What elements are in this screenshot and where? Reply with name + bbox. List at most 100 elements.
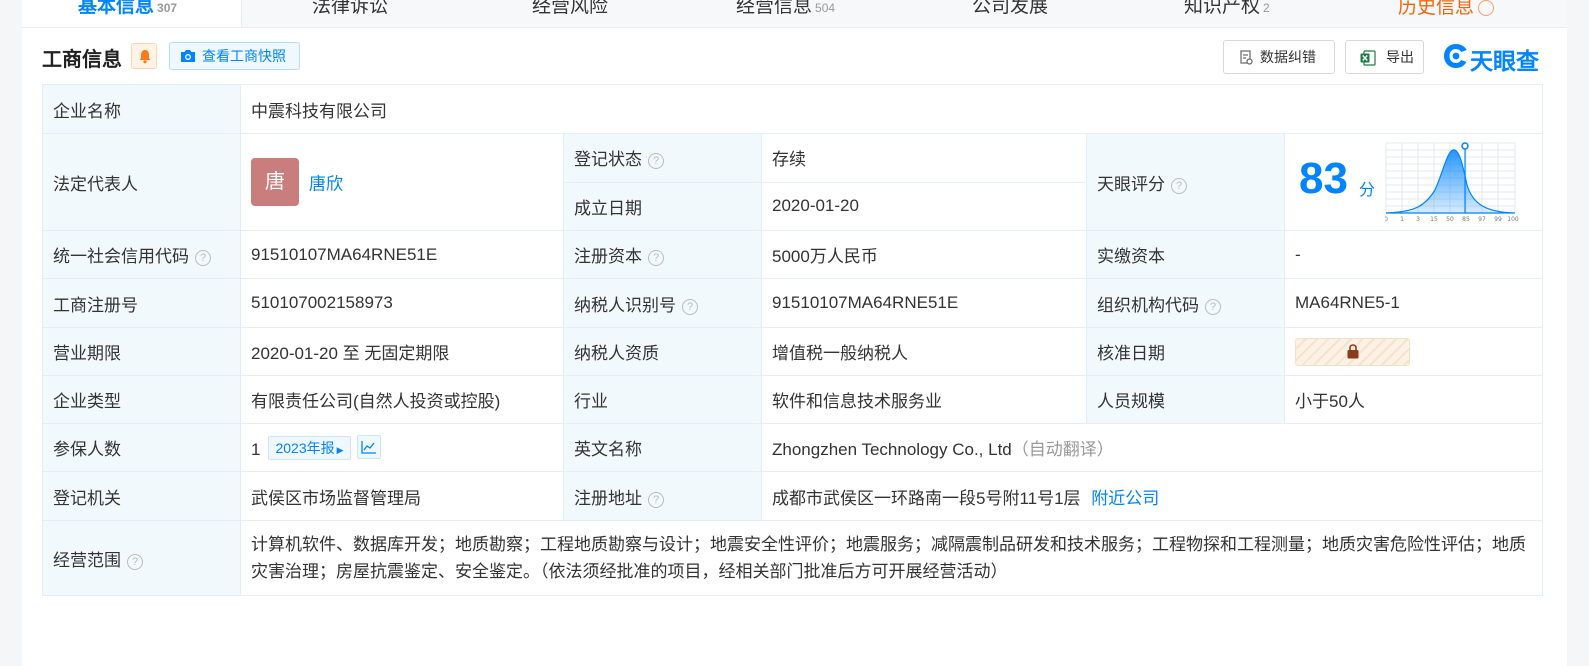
help-icon[interactable]: ? [648,250,664,266]
legal-rep-cell: 唐唐欣 [240,133,564,231]
insured-label: 参保人数 [42,423,241,472]
legal-rep-avatar[interactable]: 唐 [251,158,299,206]
reg-status-label-cell: 登记状态? [563,133,762,183]
authority-label: 登记机关 [42,471,241,521]
taxpayer-qual-label: 纳税人资质 [563,327,762,376]
table-row: 工商注册号 510107002158973 纳税人识别号? 91510107MA… [42,278,1544,328]
tab-label: 经营风险 [532,0,609,17]
help-icon[interactable]: ? [1205,298,1221,315]
approve-date-cell [1283,327,1544,376]
chart-tick: 15 [1430,216,1438,223]
type-value: 有限责任公司(自然人投资或控股) [240,375,564,424]
paid-capital-label: 实缴资本 [1086,230,1285,279]
reg-capital-value: 5000万人民币 [761,230,1087,279]
table-row: 法定代表人 唐唐欣 登记状态? 存续 天眼评分? 83 分 1 3 15 50 … [42,133,1544,231]
lock-icon [1347,343,1359,358]
found-date-value: 2020-01-20 [761,181,1087,231]
chart-tick: 100 [1507,216,1519,223]
help-icon[interactable]: ? [195,250,211,266]
tab-basic-info[interactable]: 基本信息 307 [22,0,242,27]
scope-label-cell: 经营范围? [42,520,241,596]
term-value: 2020-01-20 至 无固定期限 [240,327,564,376]
address-value: 成都市武侯区一环路南一段5号附11号1层 [772,488,1081,508]
data-feedback-button[interactable]: 数据纠错 [1223,40,1335,74]
industry-label: 行业 [563,375,762,424]
camera-icon [181,50,195,62]
logo-text: 天眼查 [1470,48,1539,74]
reg-status-value: 存续 [761,133,1087,183]
scope-value: 计算机软件、数据库开发；地质勘察；工程地质勘察与设计；地震安全性评价；地震服务；… [239,520,1544,596]
rating-label-cell: 天眼评分? [1086,133,1285,231]
help-icon[interactable]: ? [1171,177,1187,194]
chart-tick: 3 [1416,216,1420,223]
term-label: 营业期限 [42,327,241,376]
credit-code-label-cell: 统一社会信用代码? [42,230,241,279]
tab-count: 2 [1263,1,1270,15]
chart-tick: 85 [1462,216,1470,223]
rating-widget[interactable]: 83 分 1 3 15 50 85 97 99 100 [1286,135,1542,230]
table-row: 企业类型 有限责任公司(自然人投资或控股) 行业 软件和信息技术服务业 人员规模… [42,375,1544,424]
found-date-label: 成立日期 [563,181,762,231]
section-title: 工商信息 [42,49,122,71]
feedback-label: 数据纠错 [1260,49,1316,65]
table-row: 营业期限 2020-01-20 至 无固定期限 纳税人资质 增值税一般纳税人 核… [42,327,1544,376]
page: 基本信息 307 法律诉讼 经营风险 经营信息 504 公司发展 知识产权 2 历史信… [22,0,1567,666]
tab-legal[interactable]: 法律诉讼 [312,0,388,27]
tab-risk[interactable]: 经营风险 [532,0,608,27]
insured-cell: 1 2023年报 ▶ [240,423,564,472]
reg-no-value: 510107002158973 [240,278,564,328]
rating-score: 83 [1299,154,1348,203]
en-name-cell: Zhongzhen Technology Co., Ltd（自动翻译） [760,423,1544,472]
tab-label: 历史信息 [1398,0,1475,19]
tab-label: 基本信息 [78,0,155,17]
reg-status-label: 登记状态 [574,150,642,170]
en-name-value: Zhongzhen Technology Co., Ltd [772,440,1012,459]
taxpayer-id-label-cell: 纳税人识别号? [563,278,762,328]
trend-chart-button[interactable] [356,435,381,459]
help-icon [1478,0,1495,16]
address-label: 注册地址 [574,488,642,508]
reg-capital-label: 注册资本 [574,247,642,266]
taxpayer-id-value: 91510107MA64RNE51E [761,278,1087,328]
tab-history[interactable]: 历史信息 [1398,0,1495,27]
rating-cell[interactable]: 83 分 1 3 15 50 85 97 99 100 [1283,133,1544,231]
help-icon[interactable]: ? [127,553,143,570]
tab-ip[interactable]: 知识产权 2 [1184,0,1270,27]
annual-report-button[interactable]: 2023年报 ▶ [268,436,351,460]
help-icon[interactable]: ? [682,298,698,315]
export-button[interactable]: 导出 [1345,40,1424,74]
nearby-companies-link[interactable]: 附近公司 [1091,489,1159,508]
snapshot-label: 查看工商快照 [202,48,286,64]
chart-tick: 1 [1400,216,1404,223]
annual-report-label: 2023年报 [275,440,335,456]
view-snapshot-button[interactable]: 查看工商快照 [169,42,300,70]
document-edit-icon [1240,50,1253,65]
legal-rep-label: 法定代表人 [42,133,241,231]
help-icon[interactable]: ? [648,153,664,170]
table-row: 企业名称 中震科技有限公司 [42,84,1544,134]
taxpayer-id-label: 纳税人识别号 [574,295,676,315]
table-row: 登记机关 武侯区市场监督管理局 注册地址? 成都市武侯区一环路南一段5号附11号… [42,471,1544,521]
monitor-bell-button[interactable] [131,43,157,69]
credit-code-label: 统一社会信用代码 [53,247,189,266]
insured-value: 1 [251,440,261,459]
help-icon[interactable]: ? [648,491,664,508]
tab-strip: 基本信息 307 法律诉讼 经营风险 经营信息 504 公司发展 知识产权 2 历史信… [22,0,1567,28]
reg-capital-label-cell: 注册资本? [563,230,762,279]
tab-operation[interactable]: 经营信息 504 [736,0,835,27]
legal-rep-link[interactable]: 唐欣 [309,175,343,194]
eye-logo-icon [1444,44,1467,68]
address-label-cell: 注册地址? [563,471,762,521]
address-cell: 成都市武侯区一环路南一段5号附11号1层 附近公司 [760,471,1544,521]
rating-distribution-chart: 0 1 3 15 50 85 97 99 100 [1385,142,1519,223]
org-code-value: MA64RNE5-1 [1283,278,1544,328]
table-row: 统一社会信用代码? 91510107MA64RNE51E 注册资本? 5000万… [42,230,1544,279]
paid-capital-value: - [1283,230,1544,279]
vip-locked-value[interactable] [1295,337,1410,366]
tab-development[interactable]: 公司发展 [972,0,1048,27]
company-name-label: 企业名称 [42,84,241,134]
authority-value: 武侯区市场监督管理局 [240,471,564,521]
scope-label: 经营范围 [53,550,121,570]
table-row: 经营范围? 计算机软件、数据库开发；地质勘察；工程地质勘察与设计；地震安全性评价… [42,520,1544,596]
credit-code-value: 91510107MA64RNE51E [240,230,564,279]
